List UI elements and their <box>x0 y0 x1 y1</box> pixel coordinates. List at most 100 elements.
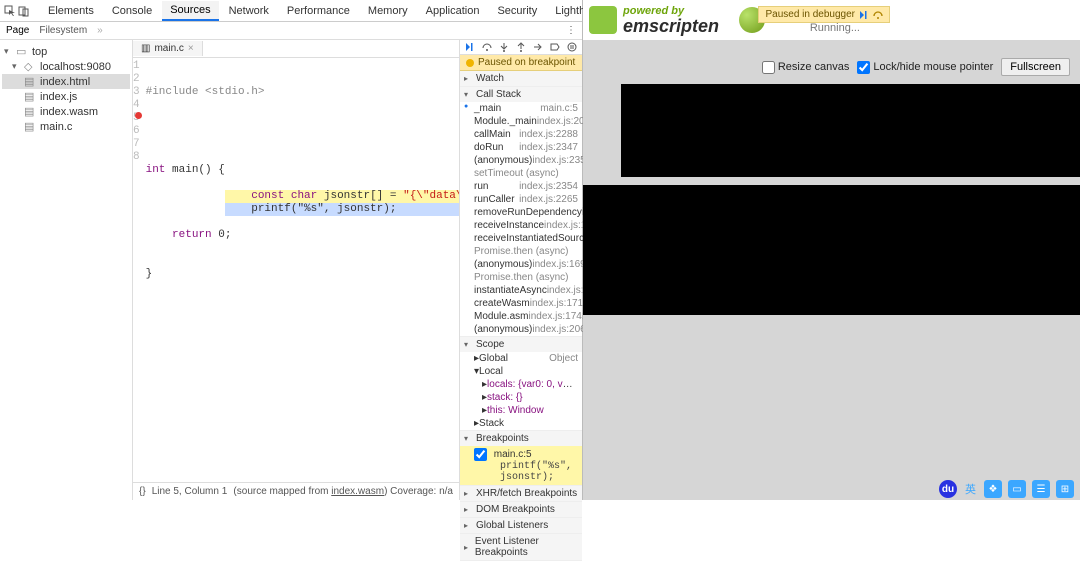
code-line: #include <stdio.h> <box>146 86 265 98</box>
tray-icon[interactable]: ❖ <box>984 480 1002 498</box>
braces-icon[interactable]: {} <box>139 486 146 497</box>
step-over-icon[interactable] <box>481 40 492 54</box>
resume-icon[interactable] <box>464 40 475 54</box>
app-canvas[interactable] <box>621 84 1080 177</box>
stack-frame[interactable]: _mainmain.c:5 <box>460 102 582 115</box>
tray-icon[interactable]: ⊞ <box>1056 480 1074 498</box>
scope-local[interactable]: ▾Local <box>460 365 582 378</box>
stack-frame[interactable]: receiveInstanceindex.js:1654 <box>460 219 582 232</box>
pause-dot-icon <box>466 59 474 67</box>
ime-indicator[interactable]: 英 <box>963 481 978 497</box>
step-into-icon[interactable] <box>498 40 509 54</box>
tab-performance[interactable]: Performance <box>279 2 358 20</box>
lock-pointer-input[interactable] <box>857 61 870 74</box>
step-out-icon[interactable] <box>515 40 526 54</box>
scope-var[interactable]: ▸stack: {} <box>460 391 582 404</box>
system-tray: du 英 ❖ ▭ ☰ ⊞ <box>933 478 1080 500</box>
running-status: Running... <box>810 22 860 34</box>
more-vert-icon[interactable]: ⋮ <box>566 25 576 36</box>
section-global-listeners[interactable]: ▸Global Listeners <box>460 518 582 533</box>
breakpoint-marker-icon[interactable] <box>135 112 142 119</box>
overlay-step-icon[interactable] <box>873 10 883 20</box>
cursor-position: Line 5, Column 1 <box>152 486 228 497</box>
code-line: } <box>146 268 459 281</box>
tab-security[interactable]: Security <box>489 2 545 20</box>
stack-frame[interactable]: (anonymous)index.js:2060 <box>460 323 582 336</box>
stack-frame[interactable]: createWasmindex.js:1717 <box>460 297 582 310</box>
stack-frame[interactable]: doRunindex.js:2347 <box>460 141 582 154</box>
stack-frame[interactable]: removeRunDependencyindex.js:1536 <box>460 206 582 219</box>
section-watch[interactable]: ▸Watch <box>460 71 582 86</box>
tab-sources[interactable]: Sources <box>162 1 218 21</box>
tab-memory[interactable]: Memory <box>360 2 416 20</box>
section-event-bp[interactable]: ▸Event Listener Breakpoints <box>460 534 582 560</box>
code-lines: #include <stdio.h> int main() { const ch… <box>146 58 459 482</box>
overlay-resume-icon[interactable] <box>859 10 869 20</box>
stack-frame[interactable]: callMainindex.js:2288 <box>460 128 582 141</box>
scope-global[interactable]: ▸GlobalObject <box>460 352 582 365</box>
tree-file-indexjs[interactable]: ▤index.js <box>2 89 130 104</box>
code-line <box>146 307 459 320</box>
source-map-link[interactable]: index.wasm <box>331 486 384 497</box>
subtab-filesystem[interactable]: Filesystem <box>39 25 87 36</box>
scope-stack[interactable]: ▸Stack <box>460 417 582 430</box>
tab-console[interactable]: Console <box>104 2 160 20</box>
tree-file-mainc[interactable]: ▤main.c <box>2 119 130 134</box>
stack-frame[interactable]: receiveInstantiatedSourceindex.js:1671 <box>460 232 582 245</box>
tree-top[interactable]: ▾▭top <box>2 44 130 59</box>
section-breakpoints[interactable]: ▾Breakpoints <box>460 431 582 446</box>
scope-var[interactable]: ▸this: Window <box>460 404 582 417</box>
stack-frame[interactable]: (anonymous)index.js:2358 <box>460 154 582 167</box>
file-label: index.html <box>40 76 90 88</box>
line-gutter[interactable]: 12345678 <box>133 58 146 482</box>
tree-file-indexwasm[interactable]: ▤index.wasm <box>2 104 130 119</box>
file-tree: ▾▭top ▾◇localhost:9080 ▤index.html ▤inde… <box>0 40 133 500</box>
lock-pointer-checkbox[interactable]: Lock/hide mouse pointer <box>857 61 993 74</box>
resize-canvas-checkbox[interactable]: Resize canvas <box>762 61 850 74</box>
tree-origin[interactable]: ▾◇localhost:9080 <box>2 59 130 74</box>
tree-file-indexhtml[interactable]: ▤index.html <box>2 74 130 89</box>
async-divider: Promise.then (async) <box>460 245 582 258</box>
file-icon: ▥ <box>141 43 150 54</box>
section-callstack[interactable]: ▾Call Stack <box>460 87 582 102</box>
stack-frame[interactable]: runindex.js:2354 <box>460 180 582 193</box>
section-scope[interactable]: ▾Scope <box>460 337 582 352</box>
stack-frame[interactable]: Module._mainindex.js:2084 <box>460 115 582 128</box>
stack-frame[interactable]: instantiateAsyncindex.js:1690 <box>460 284 582 297</box>
pause-on-exc-icon[interactable] <box>567 40 578 54</box>
emscripten-label: emscripten <box>623 17 719 35</box>
deactivate-bp-icon[interactable] <box>550 40 561 54</box>
fullscreen-button[interactable]: Fullscreen <box>1001 58 1070 76</box>
breakpoint-checkbox[interactable] <box>474 448 487 461</box>
code-line: return 0; <box>146 229 459 242</box>
scope-var[interactable]: ▸locals: {var0: 0, var1: 4880… <box>460 378 582 391</box>
editor-tab-mainc[interactable]: ▥ main.c × <box>133 41 203 56</box>
tray-icon[interactable]: ☰ <box>1032 480 1050 498</box>
tab-elements[interactable]: Elements <box>40 2 102 20</box>
section-dom-bp[interactable]: ▸DOM Breakpoints <box>460 502 582 517</box>
code-area[interactable]: 12345678 #include <stdio.h> int main() {… <box>133 58 459 482</box>
breakpoint-item[interactable]: main.c:5 printf("%s", jsonstr); <box>460 446 582 485</box>
tray-icon[interactable]: ▭ <box>1008 480 1026 498</box>
baidu-icon[interactable]: du <box>939 480 957 498</box>
stack-frame[interactable]: Module.asmindex.js:1741 <box>460 310 582 323</box>
editor-statusbar: {} Line 5, Column 1 (source mapped from … <box>133 482 459 500</box>
sources-subtabs: Page Filesystem » ⋮ <box>0 22 582 40</box>
close-tab-icon[interactable]: × <box>188 43 194 54</box>
paused-text: Paused in debugger <box>765 9 855 20</box>
stack-frame[interactable]: (anonymous)index.js:1692 <box>460 258 582 271</box>
device-toggle-icon[interactable] <box>18 4 30 18</box>
subtab-page[interactable]: Page <box>6 25 29 36</box>
step-icon[interactable] <box>533 40 544 54</box>
resize-canvas-input[interactable] <box>762 61 775 74</box>
file-label: index.js <box>40 91 77 103</box>
stack-frame[interactable]: runCallerindex.js:2265 <box>460 193 582 206</box>
code-line: int main() { <box>146 164 459 177</box>
breakpoint-label: main.c:5 <box>494 449 532 460</box>
subtab-more-icon[interactable]: » <box>97 25 103 36</box>
section-xhr-bp[interactable]: ▸XHR/fetch Breakpoints <box>460 486 582 501</box>
tab-network[interactable]: Network <box>221 2 277 20</box>
output-terminal[interactable] <box>583 185 1080 315</box>
inspect-icon[interactable] <box>4 4 16 18</box>
tab-application[interactable]: Application <box>418 2 488 20</box>
